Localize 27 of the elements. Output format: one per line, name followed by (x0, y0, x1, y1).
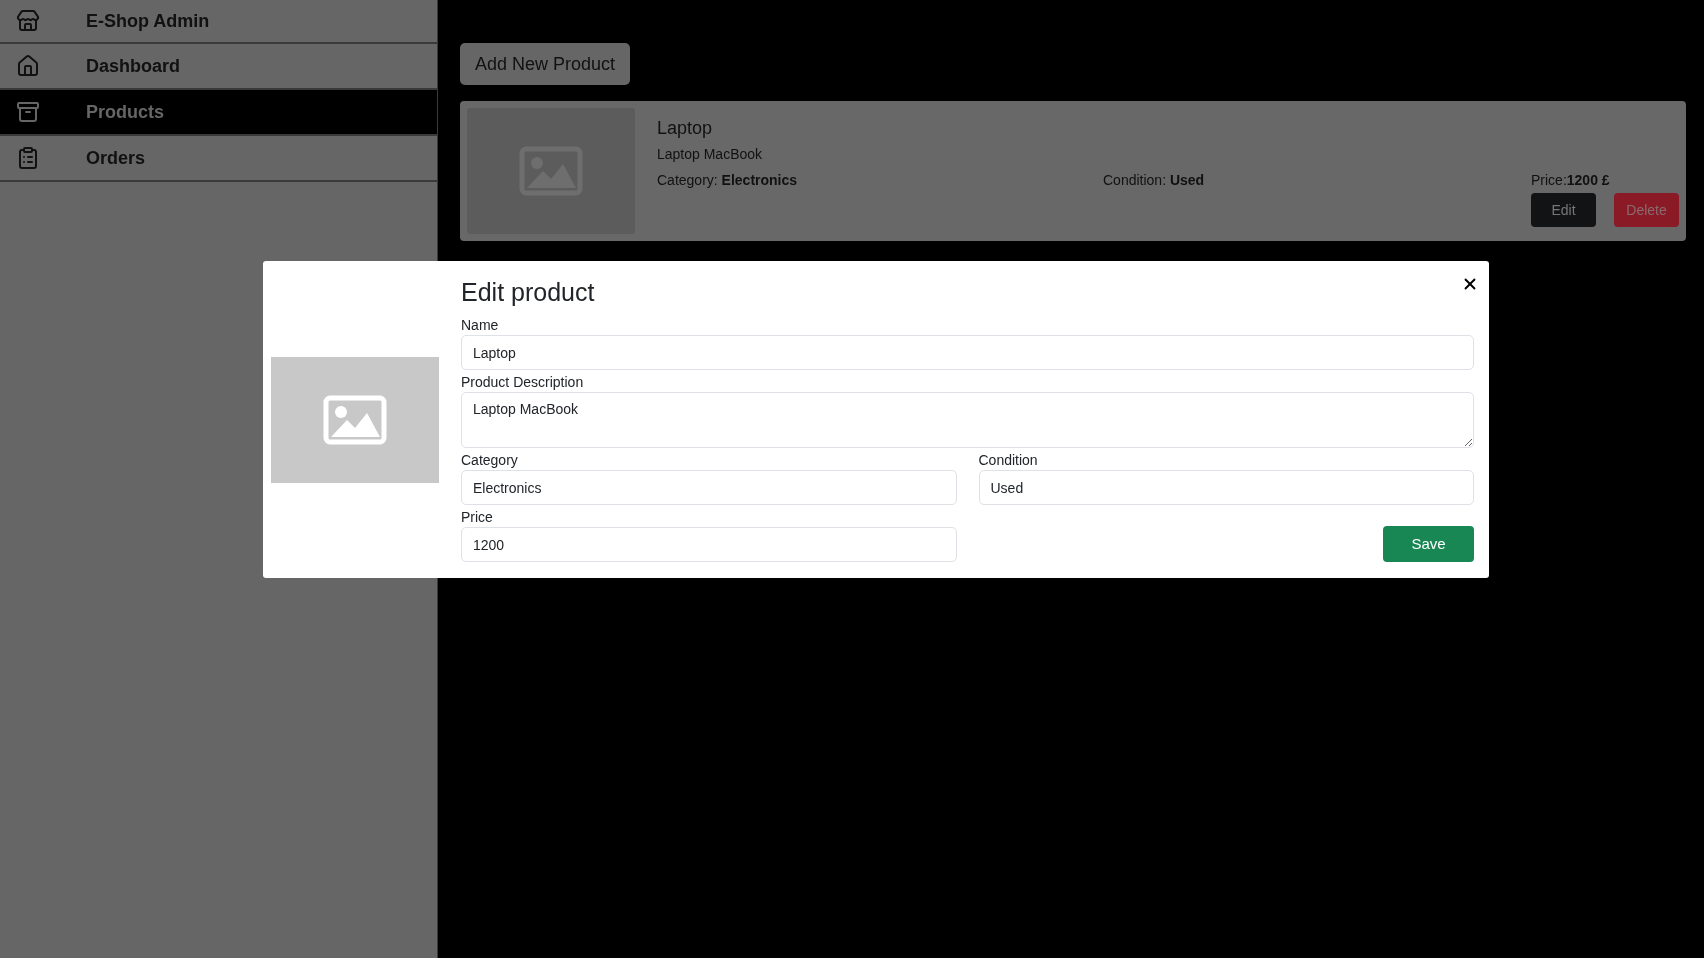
field-label: Category (461, 451, 519, 470)
product-condition: Condition: Used (1103, 171, 1206, 190)
input-field[interactable]: Laptop (461, 335, 1474, 370)
product-category: Category: Electronics (657, 171, 799, 190)
image-icon (323, 394, 387, 445)
clipboard-icon (16, 146, 40, 170)
store-icon (16, 9, 40, 33)
field-label: Price (461, 508, 494, 527)
sidebar-item[interactable]: Products (0, 90, 437, 136)
dialog-title: Edit product (461, 277, 595, 307)
description-field[interactable]: Laptop MacBook (461, 392, 1474, 448)
input-field[interactable]: 1200 (461, 527, 957, 562)
box-icon (16, 100, 40, 124)
input-field[interactable]: Electronics (461, 470, 957, 505)
product-description: Laptop MacBook (657, 145, 764, 164)
sidebar-title: E-Shop Admin (86, 9, 210, 33)
field-label: Condition (978, 451, 1039, 470)
sidebar-item[interactable]: Orders (0, 136, 437, 182)
add-product-button[interactable]: Add New Product (460, 43, 631, 85)
field-label: Product Description (461, 373, 585, 392)
save-button[interactable]: Save (1383, 526, 1474, 562)
product-name: Laptop (657, 117, 714, 140)
product-price: Price:1200 £ (1531, 171, 1611, 190)
field-label: Name (461, 316, 500, 335)
input-field[interactable]: Used (978, 470, 1474, 505)
edit-button[interactable]: Edit (1531, 193, 1596, 227)
home-icon (16, 54, 40, 78)
